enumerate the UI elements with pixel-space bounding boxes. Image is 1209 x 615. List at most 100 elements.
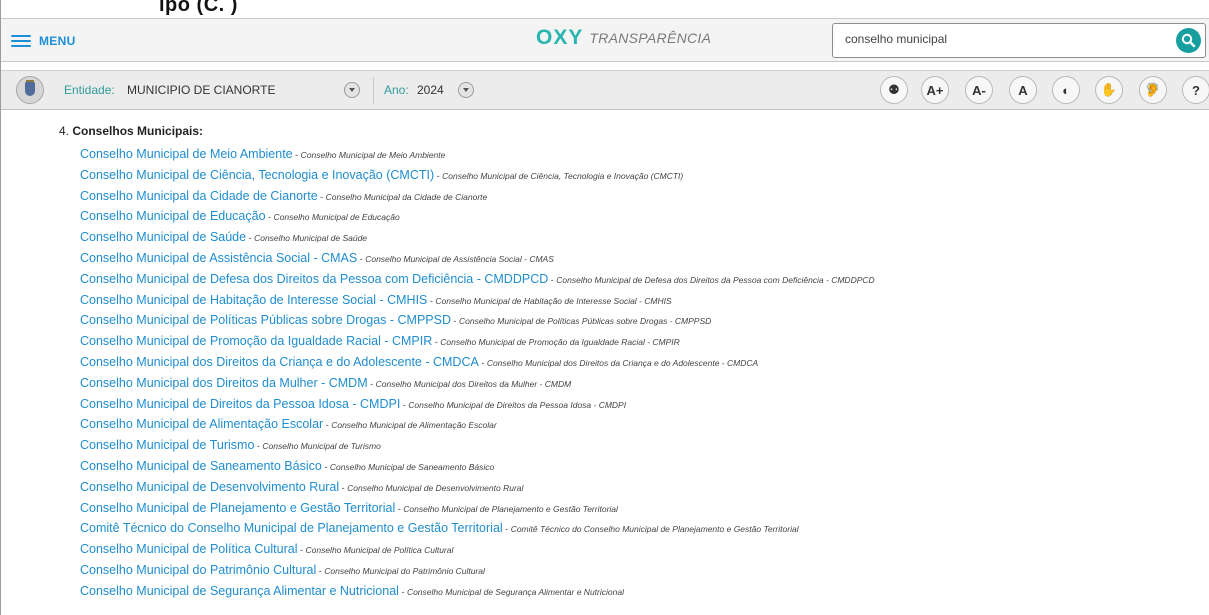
page: ipo (C. ) MENU OXY TRANSPARÊNCIA conselh… bbox=[0, 0, 1209, 615]
hearing-icon[interactable]: 🦻 bbox=[1139, 76, 1167, 104]
council-link[interactable]: Conselho Municipal de Turismo bbox=[80, 438, 254, 452]
council-link[interactable]: Conselho Municipal de Ciência, Tecnologi… bbox=[80, 168, 434, 182]
font-increase-button[interactable]: A+ bbox=[921, 76, 949, 104]
top-header: MENU OXY TRANSPARÊNCIA bbox=[1, 18, 1209, 62]
council-link[interactable]: Conselho Municipal de Alimentação Escola… bbox=[80, 417, 323, 431]
council-link[interactable]: Conselho Municipal de Promoção da Iguald… bbox=[80, 334, 432, 348]
council-description: Conselho Municipal de Política Cultural bbox=[305, 545, 454, 556]
entity-toolbar: Entidade: MUNICIPIO DE CIANORTE Ano: 202… bbox=[1, 70, 1209, 110]
council-link[interactable]: Conselho Municipal de Educação bbox=[80, 209, 266, 223]
search-box bbox=[832, 23, 1206, 58]
item-separator: - bbox=[317, 191, 326, 202]
council-link[interactable]: Conselho Municipal de Direitos da Pessoa… bbox=[80, 397, 400, 411]
council-link[interactable]: Conselho Municipal de Defesa dos Direito… bbox=[80, 272, 548, 286]
item-separator: - bbox=[451, 316, 459, 327]
council-description: Conselho Municipal de Saúde bbox=[254, 233, 368, 244]
search-icon bbox=[1181, 33, 1196, 48]
municipal-emblem-icon bbox=[16, 76, 44, 104]
item-separator: - bbox=[502, 524, 511, 535]
list-item: Conselho Municipal de Planejamento e Ges… bbox=[80, 498, 875, 519]
council-link[interactable]: Conselho Municipal de Saúde bbox=[80, 230, 246, 244]
council-link[interactable]: Conselho Municipal de Desenvolvimento Ru… bbox=[80, 480, 339, 494]
list-item: Conselho Municipal de Política Cultural … bbox=[80, 539, 875, 560]
brand-name: OXY bbox=[536, 26, 584, 49]
council-link[interactable]: Conselho Municipal de Políticas Públicas… bbox=[80, 313, 451, 327]
council-description: Comitê Técnico do Conselho Municipal de … bbox=[510, 524, 799, 535]
council-link[interactable]: Conselho Municipal de Política Cultural bbox=[80, 542, 297, 556]
entity-select[interactable]: MUNICIPIO DE CIANORTE bbox=[127, 83, 275, 97]
council-link[interactable]: Comitê Técnico do Conselho Municipal de … bbox=[80, 521, 503, 535]
council-link[interactable]: Conselho Municipal de Segurança Alimenta… bbox=[80, 584, 399, 598]
item-separator: - bbox=[265, 212, 274, 223]
council-description: Conselho Municipal de Desenvolvimento Ru… bbox=[347, 482, 524, 493]
council-link[interactable]: Conselho Municipal de Planejamento e Ges… bbox=[80, 501, 395, 515]
toolbar-divider bbox=[373, 77, 374, 104]
list-item: Conselho Municipal de Direitos da Pessoa… bbox=[80, 394, 875, 415]
menu-button[interactable]: MENU bbox=[11, 30, 76, 52]
council-description: Conselho Municipal de Alimentação Escola… bbox=[331, 420, 497, 431]
list-item: Conselho Municipal de Alimentação Escola… bbox=[80, 414, 875, 435]
item-separator: - bbox=[478, 357, 487, 368]
council-description: Conselho Municipal de Saneamento Básico bbox=[329, 461, 495, 472]
council-link[interactable]: Conselho Municipal de Meio Ambiente bbox=[80, 147, 293, 161]
council-description: Conselho Municipal de Habitação de Inter… bbox=[435, 295, 672, 306]
council-description: Conselho Municipal de Assistência Social… bbox=[365, 253, 554, 264]
council-description: Conselho Municipal dos Direitos da Mulhe… bbox=[375, 378, 572, 389]
list-item: Conselho Municipal de Segurança Alimenta… bbox=[80, 581, 875, 602]
council-description: Conselho Municipal de Turismo bbox=[262, 441, 381, 452]
menu-label: MENU bbox=[39, 34, 76, 48]
list-item: Conselho Municipal de Saúde - Conselho M… bbox=[80, 227, 875, 248]
council-description: Conselho Municipal de Defesa dos Direito… bbox=[556, 274, 875, 285]
item-separator: - bbox=[323, 420, 332, 431]
entity-dropdown-chevron-icon[interactable] bbox=[344, 82, 360, 98]
list-item: Conselho Municipal de Educação - Conselh… bbox=[80, 206, 875, 227]
council-description: Conselho Municipal de Segurança Alimenta… bbox=[406, 586, 624, 597]
list-item: Conselho Municipal da Cidade de Cianorte… bbox=[80, 186, 875, 207]
section-number: 4. bbox=[59, 124, 70, 138]
council-description: Conselho Municipal de Meio Ambiente bbox=[300, 150, 446, 160]
list-item: Conselho Municipal de Habitação de Inter… bbox=[80, 290, 875, 311]
council-description: Conselho Municipal de Direitos da Pessoa… bbox=[408, 399, 627, 410]
search-button[interactable] bbox=[1176, 28, 1201, 53]
council-link[interactable]: Conselho Municipal de Habitação de Inter… bbox=[80, 293, 427, 307]
year-dropdown-chevron-icon[interactable] bbox=[458, 82, 474, 98]
section-title: 4. Conselhos Municipais: bbox=[59, 124, 203, 138]
accessibility-icon[interactable]: ⚉ bbox=[880, 76, 908, 104]
cropped-heading: ipo (C. ) bbox=[159, 0, 238, 16]
council-description: Conselho Municipal dos Direitos da Crian… bbox=[486, 357, 759, 368]
list-item: Conselho Municipal do Patrimônio Cultura… bbox=[80, 560, 875, 581]
council-link[interactable]: Conselho Municipal de Saneamento Básico bbox=[80, 459, 322, 473]
item-separator: - bbox=[339, 482, 348, 493]
brand-logo: OXY TRANSPARÊNCIA bbox=[536, 27, 711, 49]
council-description: Conselho Municipal do Patrimônio Cultura… bbox=[324, 565, 485, 576]
font-decrease-button[interactable]: A- bbox=[965, 76, 993, 104]
council-link[interactable]: Conselho Municipal dos Direitos da Mulhe… bbox=[80, 376, 368, 390]
list-item: Conselho Municipal de Ciência, Tecnologi… bbox=[80, 165, 875, 186]
year-select[interactable]: 2024 bbox=[417, 83, 444, 97]
council-description: Conselho Municipal de Planejamento e Ges… bbox=[403, 503, 618, 514]
list-item: Conselho Municipal de Promoção da Iguald… bbox=[80, 331, 875, 352]
council-link[interactable]: Conselho Municipal da Cidade de Cianorte bbox=[80, 189, 318, 203]
council-link[interactable]: Conselho Municipal de Assistência Social… bbox=[80, 251, 357, 265]
search-input[interactable] bbox=[845, 32, 1155, 46]
item-separator: - bbox=[398, 586, 407, 597]
main-content: 4. Conselhos Municipais: Conselho Munici… bbox=[1, 118, 1209, 615]
item-separator: - bbox=[321, 461, 330, 472]
council-link[interactable]: Conselho Municipal dos Direitos da Crian… bbox=[80, 355, 479, 369]
list-item: Conselho Municipal de Turismo - Conselho… bbox=[80, 435, 875, 456]
council-link[interactable]: Conselho Municipal do Patrimônio Cultura… bbox=[80, 563, 316, 577]
list-item: Conselho Municipal de Desenvolvimento Ru… bbox=[80, 477, 875, 498]
list-item: Conselho Municipal de Meio Ambiente - Co… bbox=[80, 144, 875, 165]
help-button[interactable]: ? bbox=[1182, 76, 1209, 104]
sign-language-icon[interactable]: ✋ bbox=[1095, 76, 1123, 104]
list-item: Conselho Municipal de Saneamento Básico … bbox=[80, 456, 875, 477]
list-item: Conselho Municipal de Defesa dos Direito… bbox=[80, 269, 875, 290]
hamburger-icon bbox=[11, 34, 31, 48]
entity-label: Entidade: bbox=[64, 83, 115, 97]
font-reset-button[interactable]: A bbox=[1009, 76, 1037, 104]
list-item: Comitê Técnico do Conselho Municipal de … bbox=[80, 518, 875, 539]
contrast-icon[interactable]: ◐ bbox=[1052, 76, 1080, 104]
list-item: Conselho Municipal dos Direitos da Mulhe… bbox=[80, 373, 875, 394]
item-separator: - bbox=[367, 378, 376, 389]
council-description: Conselho Municipal de Políticas Públicas… bbox=[459, 316, 712, 327]
